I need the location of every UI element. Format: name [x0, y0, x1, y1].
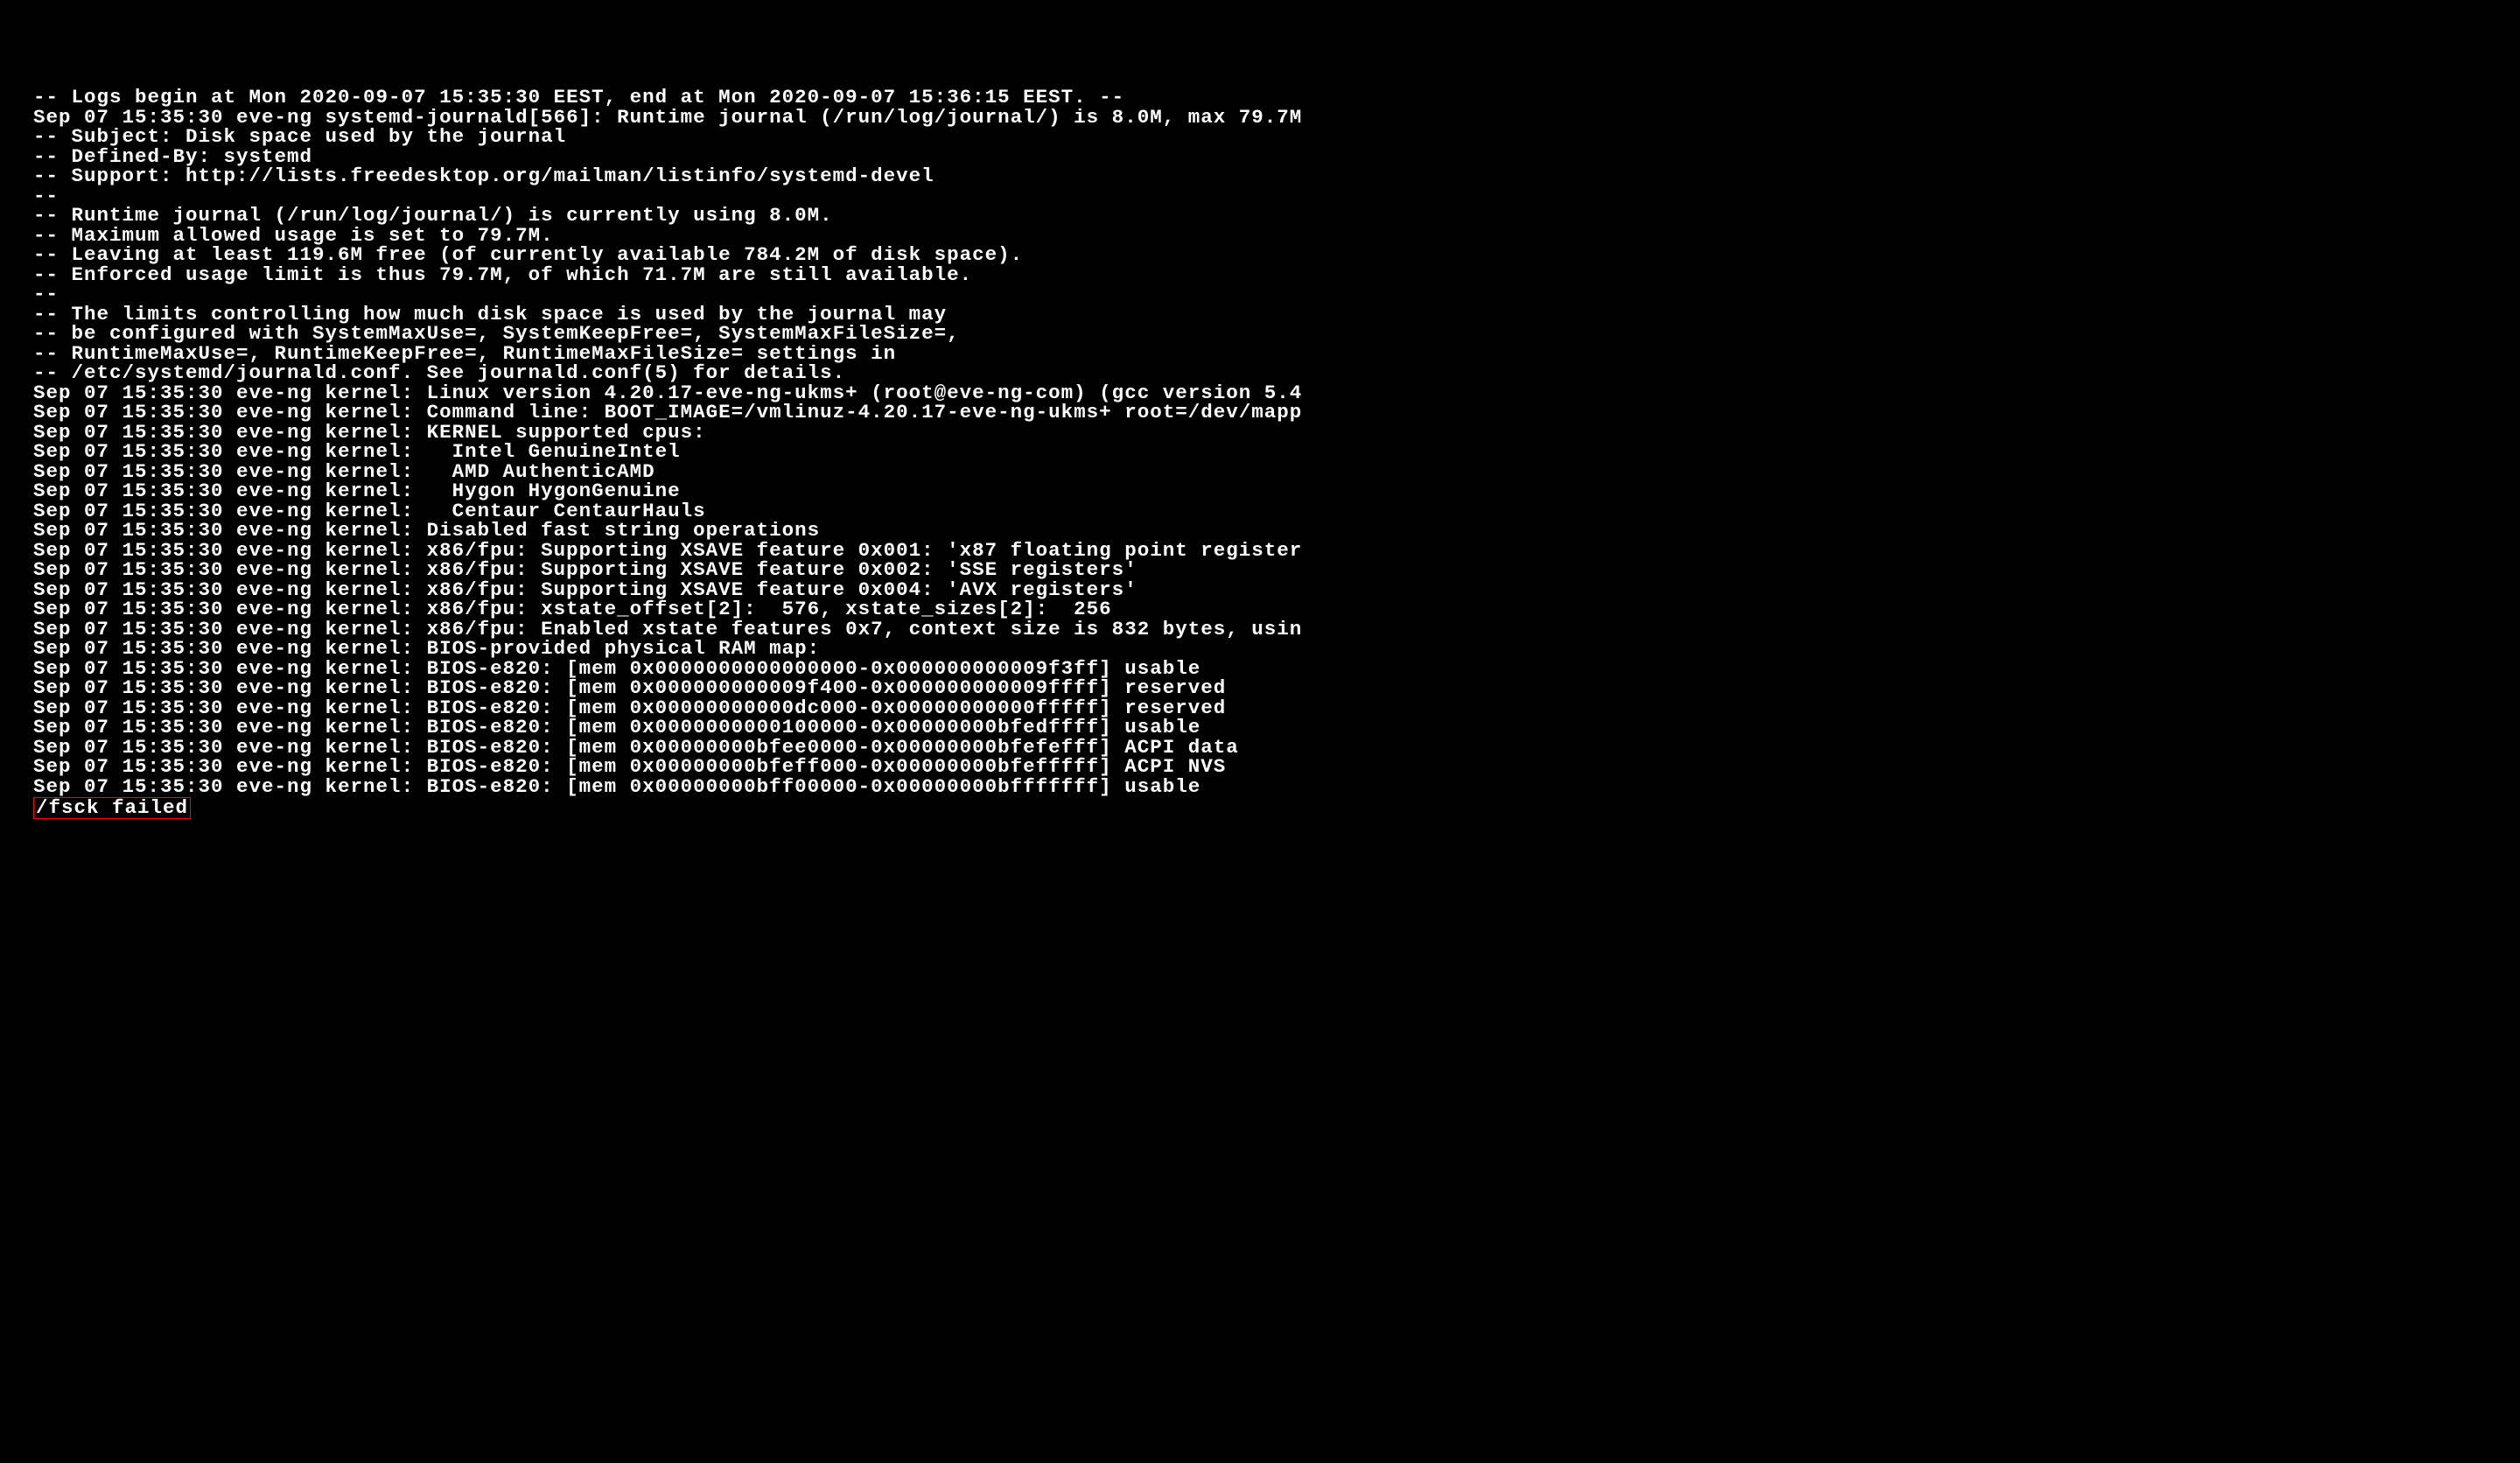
log-line: Sep 07 15:35:30 eve-ng systemd-journald[…	[33, 108, 2520, 128]
log-line: Sep 07 15:35:30 eve-ng kernel: x86/fpu: …	[33, 580, 2520, 600]
log-line: Sep 07 15:35:30 eve-ng kernel: KERNEL su…	[33, 423, 2520, 443]
log-line: -- be configured with SystemMaxUse=, Sys…	[33, 324, 2520, 344]
log-line: Sep 07 15:35:30 eve-ng kernel: Disabled …	[33, 521, 2520, 541]
log-line: -- Leaving at least 119.6M free (of curr…	[33, 245, 2520, 265]
log-line: -- Runtime journal (/run/log/journal/) i…	[33, 206, 2520, 226]
log-line: Sep 07 15:35:30 eve-ng kernel: BIOS-e820…	[33, 757, 2520, 777]
search-term-highlight[interactable]: /fsck failed	[33, 797, 191, 819]
log-line: Sep 07 15:35:30 eve-ng kernel: Linux ver…	[33, 383, 2520, 403]
log-line: -- Logs begin at Mon 2020-09-07 15:35:30…	[33, 88, 2520, 108]
log-line: -- Maximum allowed usage is set to 79.7M…	[33, 226, 2520, 246]
log-line: Sep 07 15:35:30 eve-ng kernel: BIOS-e820…	[33, 718, 2520, 738]
terminal-output[interactable]: -- Logs begin at Mon 2020-09-07 15:35:30…	[33, 88, 2520, 819]
log-line: Sep 07 15:35:30 eve-ng kernel: BIOS-e820…	[33, 678, 2520, 698]
log-line: Sep 07 15:35:30 eve-ng kernel: BIOS-e820…	[33, 777, 2520, 797]
log-line: Sep 07 15:35:30 eve-ng kernel: BIOS-prov…	[33, 639, 2520, 659]
log-line: Sep 07 15:35:30 eve-ng kernel: x86/fpu: …	[33, 541, 2520, 561]
log-line: Sep 07 15:35:30 eve-ng kernel: BIOS-e820…	[33, 659, 2520, 679]
log-line: Sep 07 15:35:30 eve-ng kernel: AMD Authe…	[33, 462, 2520, 482]
log-line: -- Enforced usage limit is thus 79.7M, o…	[33, 265, 2520, 285]
log-line: -- The limits controlling how much disk …	[33, 304, 2520, 325]
log-line: -- Subject: Disk space used by the journ…	[33, 127, 2520, 147]
log-line: Sep 07 15:35:30 eve-ng kernel: BIOS-e820…	[33, 698, 2520, 718]
log-line: --	[33, 284, 2520, 304]
log-line: Sep 07 15:35:30 eve-ng kernel: Command l…	[33, 402, 2520, 423]
log-line: Sep 07 15:35:30 eve-ng kernel: x86/fpu: …	[33, 560, 2520, 580]
log-line: -- Support: http://lists.freedesktop.org…	[33, 166, 2520, 186]
log-line: --	[33, 186, 2520, 206]
log-line: -- RuntimeMaxUse=, RuntimeKeepFree=, Run…	[33, 344, 2520, 364]
log-line: Sep 07 15:35:30 eve-ng kernel: Hygon Hyg…	[33, 481, 2520, 501]
log-line: Sep 07 15:35:30 eve-ng kernel: x86/fpu: …	[33, 620, 2520, 640]
log-line: Sep 07 15:35:30 eve-ng kernel: Intel Gen…	[33, 442, 2520, 462]
log-line: -- /etc/systemd/journald.conf. See journ…	[33, 363, 2520, 383]
log-line: Sep 07 15:35:30 eve-ng kernel: x86/fpu: …	[33, 599, 2520, 620]
log-line: Sep 07 15:35:30 eve-ng kernel: Centaur C…	[33, 501, 2520, 522]
log-line: -- Defined-By: systemd	[33, 147, 2520, 167]
log-line: Sep 07 15:35:30 eve-ng kernel: BIOS-e820…	[33, 738, 2520, 758]
